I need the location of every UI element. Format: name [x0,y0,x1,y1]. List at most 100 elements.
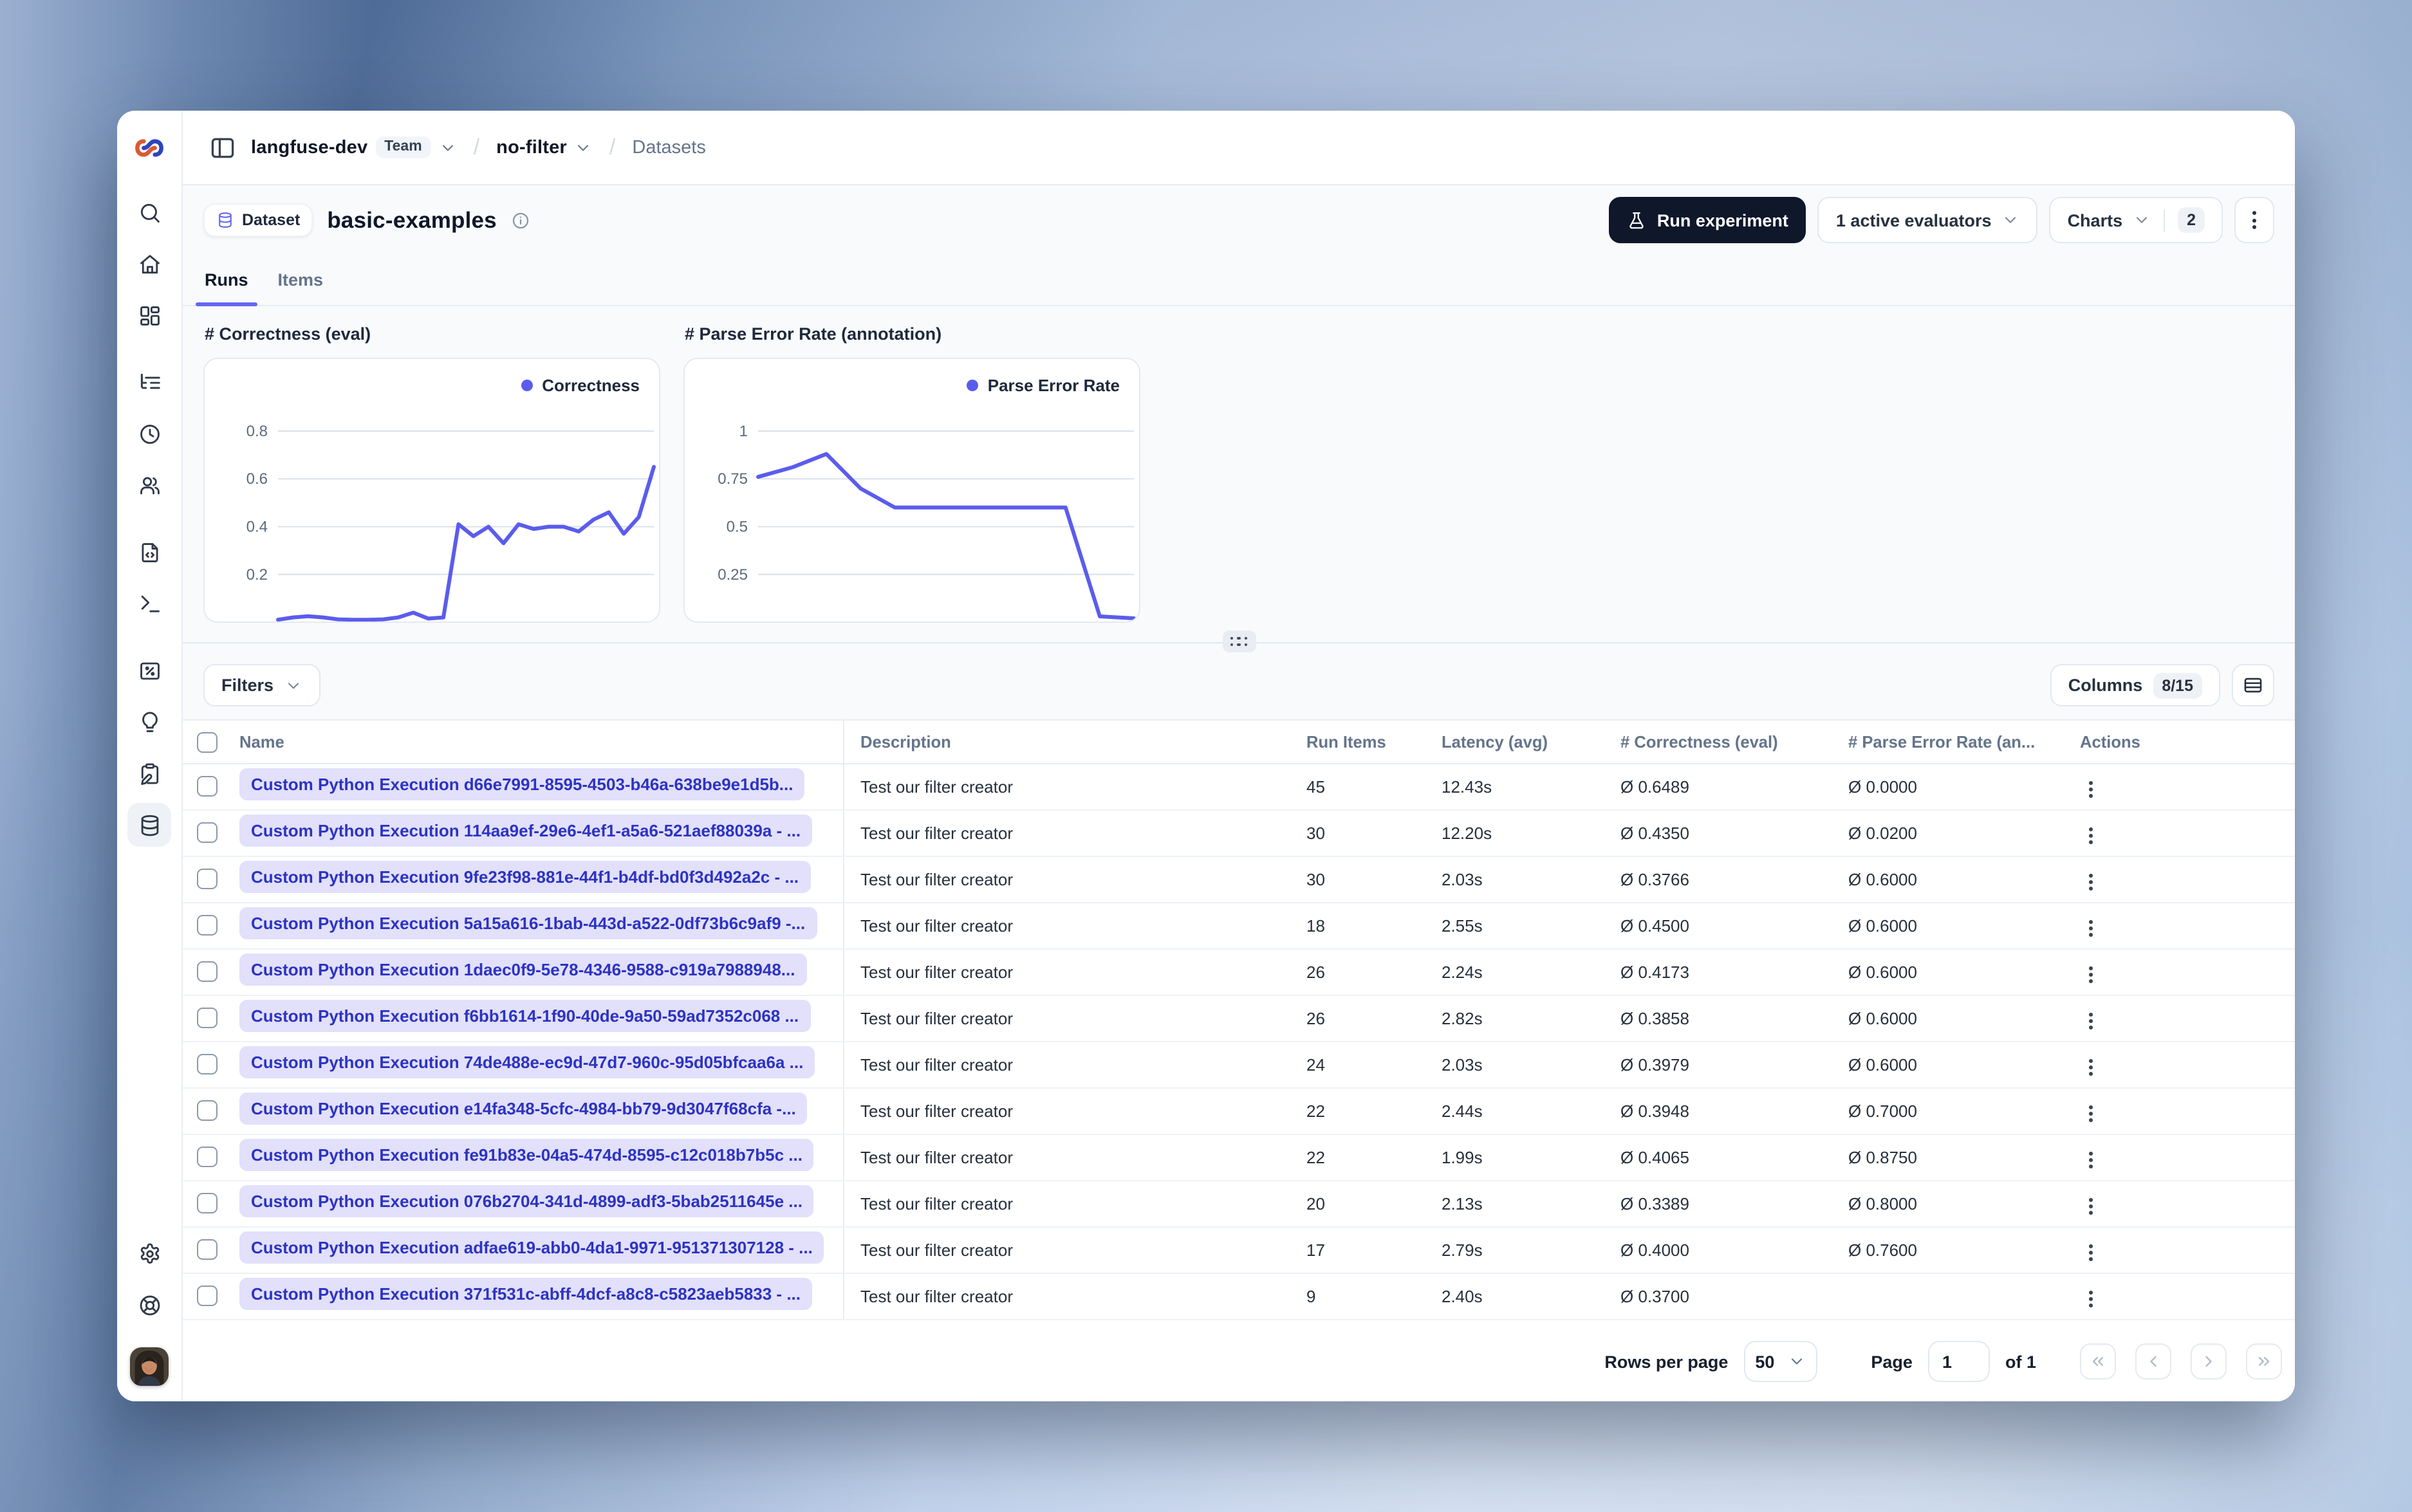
chevron-down-icon [1791,1358,1802,1365]
sidebar-item-playground[interactable] [127,582,171,625]
row-actions-kebab[interactable] [2081,1147,2101,1174]
run-name-link[interactable]: Custom Python Execution d66e7991-8595-45… [239,768,805,801]
first-page-button[interactable] [2080,1343,2116,1379]
langfuse-logo[interactable] [127,126,171,170]
run-name-link[interactable]: Custom Python Execution fe91b83e-04a5-47… [239,1138,814,1172]
run-name-link[interactable]: Custom Python Execution 5a15a616-1bab-44… [239,907,817,940]
select-all-checkbox[interactable] [197,732,218,753]
correctness-value: Ø 0.3766 [1604,856,1832,903]
sidebar-item-users[interactable] [127,463,171,507]
info-icon[interactable] [511,210,530,230]
row-checkbox[interactable] [197,1286,218,1307]
row-actions-kebab[interactable] [2081,1100,2101,1127]
parse-error-rate-value: Ø 0.8750 [1832,1134,2063,1181]
sidebar-item-scores[interactable] [127,649,171,692]
chart-card-parse-error-rate: Parse Error Rate 0.25 0.5 0.75 1 [683,358,1140,623]
correctness-value: Ø 0.3979 [1604,1041,1832,1088]
sidebar-item-home[interactable] [127,242,171,286]
svg-text:0.8: 0.8 [246,423,268,440]
run-items-value: 24 [1290,1041,1425,1088]
row-checkbox[interactable] [197,1147,218,1168]
row-actions-kebab[interactable] [2081,1054,2101,1081]
more-actions-button[interactable] [2234,197,2274,243]
row-checkbox[interactable] [197,869,218,890]
parse-error-rate-value: Ø 0.6000 [1832,902,2063,949]
tab-items[interactable]: Items [269,255,333,305]
previous-page-button[interactable] [2135,1343,2171,1379]
chart-title: # Correctness (eval) [205,324,371,344]
sidebar-item-datasets[interactable] [127,803,171,847]
row-checkbox[interactable] [197,1239,218,1260]
rows-per-page-select[interactable]: 50 [1743,1341,1817,1382]
charts-label: Charts [2067,210,2123,230]
tab-runs[interactable]: Runs [196,255,257,306]
sidebar-item-settings[interactable] [127,1231,171,1275]
run-name-link[interactable]: Custom Python Execution 371f531c-abff-4d… [239,1277,812,1311]
breadcrumb-section[interactable]: Datasets [632,137,705,158]
run-items-value: 20 [1290,1180,1425,1227]
row-actions-kebab[interactable] [2081,1239,2101,1266]
columns-button[interactable]: Columns 8/15 [2050,664,2220,706]
run-name-link[interactable]: Custom Python Execution f6bb1614-1f90-40… [239,999,811,1033]
pagination-bar: Rows per page 50 Page of 1 [183,1327,2295,1401]
row-actions-kebab[interactable] [2081,1008,2101,1035]
row-checkbox[interactable] [197,1008,218,1029]
row-actions-kebab[interactable] [2081,915,2101,942]
sidebar-item-search[interactable] [127,190,171,234]
run-name-link[interactable]: Custom Python Execution 74de488e-ec9d-47… [239,1046,815,1079]
svg-text:0.25: 0.25 [718,566,748,584]
sidebar-item-prompts[interactable] [127,530,171,574]
row-actions-kebab[interactable] [2081,1193,2101,1220]
latency-value: 2.44s [1425,1087,1604,1134]
table-row: Custom Python Execution f6bb1614-1f90-40… [183,995,2295,1042]
row-actions-kebab[interactable] [2081,961,2101,988]
row-checkbox[interactable] [197,915,218,936]
run-items-value: 30 [1290,856,1425,903]
sidebar-item-dashboard[interactable] [127,293,171,337]
user-avatar[interactable] [130,1347,169,1386]
sidebar-item-tracing[interactable] [127,360,171,404]
last-page-button[interactable] [2246,1343,2282,1379]
row-checkbox[interactable] [197,776,218,797]
run-experiment-button[interactable]: Run experiment [1609,197,1806,243]
row-checkbox[interactable] [197,1100,218,1121]
resize-drag-handle[interactable] [1222,631,1256,652]
sidebar-item-support[interactable] [127,1283,171,1327]
charts-dropdown[interactable]: Charts 2 [2049,197,2223,243]
row-height-button[interactable] [2232,664,2274,706]
run-name-link[interactable]: Custom Python Execution 9fe23f98-881e-44… [239,860,811,894]
row-actions-kebab[interactable] [2081,776,2101,803]
filters-button[interactable]: Filters [203,664,320,706]
sidebar-toggle-icon[interactable] [209,133,237,161]
breadcrumb-environment[interactable]: no-filter [496,137,593,158]
table-row: Custom Python Execution 1daec0f9-5e78-43… [183,948,2295,995]
correctness-value: Ø 0.4173 [1604,948,1832,995]
run-name-link[interactable]: Custom Python Execution e14fa348-5cfc-49… [239,1092,808,1125]
sidebar [117,111,183,1401]
line-chart-plot: 0.2 0.4 0.6 0.8 [246,423,656,622]
sidebar-item-lightbulb[interactable] [127,700,171,744]
run-name-link[interactable]: Custom Python Execution 114aa9ef-29e6-4e… [239,814,813,847]
next-page-button[interactable] [2191,1343,2227,1379]
environment-name: no-filter [496,137,567,158]
sidebar-item-annotation[interactable] [127,751,171,795]
row-checkbox[interactable] [197,822,218,844]
run-items-value: 45 [1290,763,1425,810]
row-checkbox[interactable] [197,1054,218,1075]
row-checkbox[interactable] [197,1193,218,1214]
row-checkbox[interactable] [197,961,218,982]
page-input[interactable] [1927,1341,1990,1382]
run-items-value: 18 [1290,902,1425,949]
sidebar-item-sessions[interactable] [127,412,171,456]
row-actions-kebab[interactable] [2081,1286,2101,1313]
run-name-link[interactable]: Custom Python Execution adfae619-abb0-4d… [239,1231,824,1264]
row-actions-kebab[interactable] [2081,869,2101,896]
evaluators-dropdown[interactable]: 1 active evaluators [1817,197,2038,243]
run-name-link[interactable]: Custom Python Execution 076b2704-341d-48… [239,1185,814,1218]
run-name-link[interactable]: Custom Python Execution 1daec0f9-5e78-43… [239,953,807,986]
breadcrumb-project[interactable]: langfuse-dev Team [251,136,457,159]
run-description: Test our filter creator [843,1134,1290,1181]
row-actions-kebab[interactable] [2081,822,2101,849]
database-icon [219,212,232,228]
table-row: Custom Python Execution 9fe23f98-881e-44… [183,856,2295,903]
